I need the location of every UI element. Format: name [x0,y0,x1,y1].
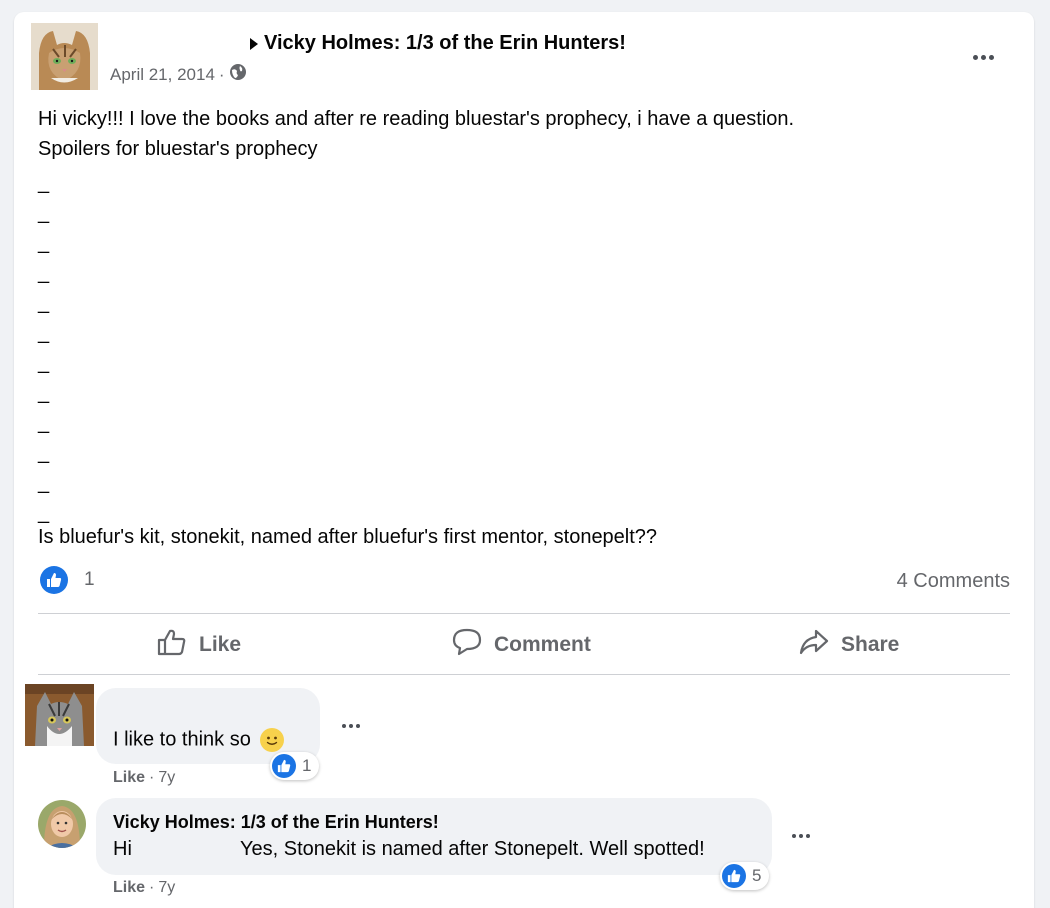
post-options-button[interactable] [964,40,1002,74]
spacer-dash: _ [38,442,50,464]
post-author-line[interactable]: Vicky Holmes: 1/3 of the Erin Hunters! [250,32,626,55]
post-question: Is bluefur's kit, stonekit, named after … [38,526,658,548]
like-button-label: Like [199,633,242,656]
post-body-line: Spoilers for bluestar's prophecy [38,138,318,160]
comment-reaction-count: 1 [302,756,312,775]
spacer-dash: _ [38,322,50,344]
comment-meta: Like · 7y [113,879,175,897]
more-dot-icon [342,724,346,728]
like-reaction-icon [722,864,746,888]
comment-text: I like to think so [113,728,251,751]
comment-age[interactable]: 7y [158,879,175,897]
post-date[interactable]: April 21, 2014 [110,65,215,85]
more-dot-icon [356,724,360,728]
comments-count-link[interactable]: 4 Comments [897,570,1010,593]
spacer-dash: _ [38,472,50,494]
like-reaction-icon [272,754,296,778]
spoiler-spacer: _ _ _ _ _ _ _ _ _ _ _ _ [38,168,49,528]
spacer-dash: _ [38,292,50,314]
meta-separator: · [218,64,225,84]
more-dot-icon [980,54,986,60]
comment-bubble [96,798,772,875]
comment-meta: Like · 7y [113,769,175,787]
comment-reaction-pill[interactable]: 1 [270,752,320,780]
spacer-dash: _ [38,352,50,374]
globe-icon [229,63,247,86]
comment-age[interactable]: 7y [158,769,175,787]
post-body-line: Hi vicky!!! I love the books and after r… [38,108,795,130]
more-dot-icon [972,54,978,60]
more-dot-icon [799,834,803,838]
spacer-dash: _ [38,232,50,254]
comment-like-link[interactable]: Like [113,879,145,897]
like-button[interactable]: Like [157,628,241,662]
author-avatar[interactable] [31,23,98,90]
share-arrow-icon [799,628,829,662]
like-reaction-icon [40,566,68,594]
comment-text: Yes, Stonekit is named after Stonepelt. … [240,838,705,860]
more-dot-icon [988,54,994,60]
more-dot-icon [806,834,810,838]
slightly-smiling-face-icon [260,728,285,752]
arrow-right-icon [250,37,258,50]
comment-greeting: Hi [113,838,132,860]
more-dot-icon [792,834,796,838]
post-body: Hi vicky!!! I love the books and after r… [38,104,794,164]
comment-like-link[interactable]: Like [113,769,145,787]
commenter-avatar[interactable] [38,800,86,848]
speech-bubble-icon [452,628,482,662]
comment-options-button[interactable] [336,716,366,736]
comment-reaction-count: 5 [752,866,762,885]
comment-button-label: Comment [494,633,591,656]
divider [38,613,1010,614]
meta-separator: · [149,879,155,896]
comment-options-button[interactable] [786,826,816,846]
comment-reaction-pill[interactable]: 5 [720,862,770,890]
spacer-dash: _ [38,412,50,434]
post-meta: April 21, 2014 · [110,63,247,86]
comment-author-name[interactable]: Vicky Holmes: 1/3 of the Erin Hunters! [113,812,439,833]
spacer-dash: _ [38,202,50,224]
comment-text-row: I like to think so [113,728,285,752]
divider [38,674,1010,675]
spacer-dash: _ [38,382,50,404]
share-button-label: Share [841,633,900,656]
more-dot-icon [349,724,353,728]
like-count: 1 [84,569,95,590]
meta-separator: · [149,769,155,786]
post-author-name[interactable]: Vicky Holmes: 1/3 of the Erin Hunters! [264,32,626,55]
share-button[interactable]: Share [799,628,899,662]
thumbs-up-icon [157,628,187,662]
spacer-dash: _ [38,262,50,284]
comment-button[interactable]: Comment [452,628,591,662]
reaction-summary[interactable]: 1 [40,566,95,594]
commenter-avatar[interactable] [25,684,94,746]
spacer-dash: _ [38,172,50,194]
